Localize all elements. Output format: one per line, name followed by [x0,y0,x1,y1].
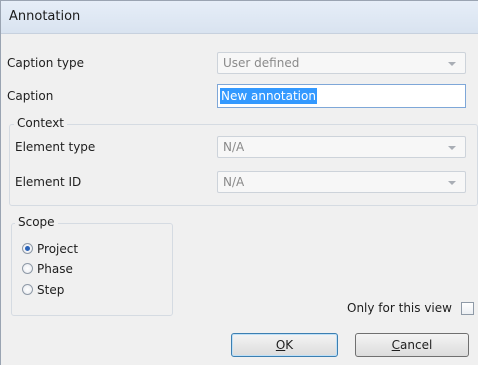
cancel-button[interactable]: Cancel [355,333,469,357]
scope-legend: Scope [15,215,58,229]
caption-label: Caption [7,89,54,103]
caption-type-value: User defined [223,56,300,70]
caption-input-value: New annotation [220,88,317,104]
chevron-down-icon [448,62,456,66]
radio-checked-icon [22,243,33,254]
element-type-value: N/A [223,140,245,154]
caption-type-select[interactable]: User defined [217,52,466,74]
annotation-dialog: Annotation Caption type User defined Cap… [0,0,478,365]
cancel-button-label: ancel [400,338,433,352]
only-this-view-label: Only for this view [347,301,452,315]
title-bar: Annotation [1,1,478,34]
cancel-button-mnemonic: C [391,338,401,352]
dialog-title: Annotation [9,9,81,24]
element-type-label: Element type [15,140,96,154]
element-type-select[interactable]: N/A [217,136,466,158]
ok-button-label: K [285,338,294,352]
radio-unchecked-icon [22,284,33,295]
scope-radio-label: Step [37,283,65,297]
ok-button[interactable]: OK [231,333,338,357]
caption-type-label: Caption type [7,56,84,70]
scope-radio-label: Phase [37,262,73,276]
only-this-view-checkbox[interactable] [461,302,474,315]
chevron-down-icon [448,146,456,150]
element-id-label: Element ID [15,175,82,189]
caption-input[interactable]: New annotation [217,84,466,108]
radio-unchecked-icon [22,263,33,274]
context-legend: Context [14,116,68,130]
ok-button-mnemonic: O [275,338,286,352]
chevron-down-icon [448,181,456,185]
element-id-select[interactable]: N/A [217,171,466,193]
scope-radio-label: Project [37,242,79,256]
element-id-value: N/A [223,175,245,189]
scope-group [11,223,173,316]
